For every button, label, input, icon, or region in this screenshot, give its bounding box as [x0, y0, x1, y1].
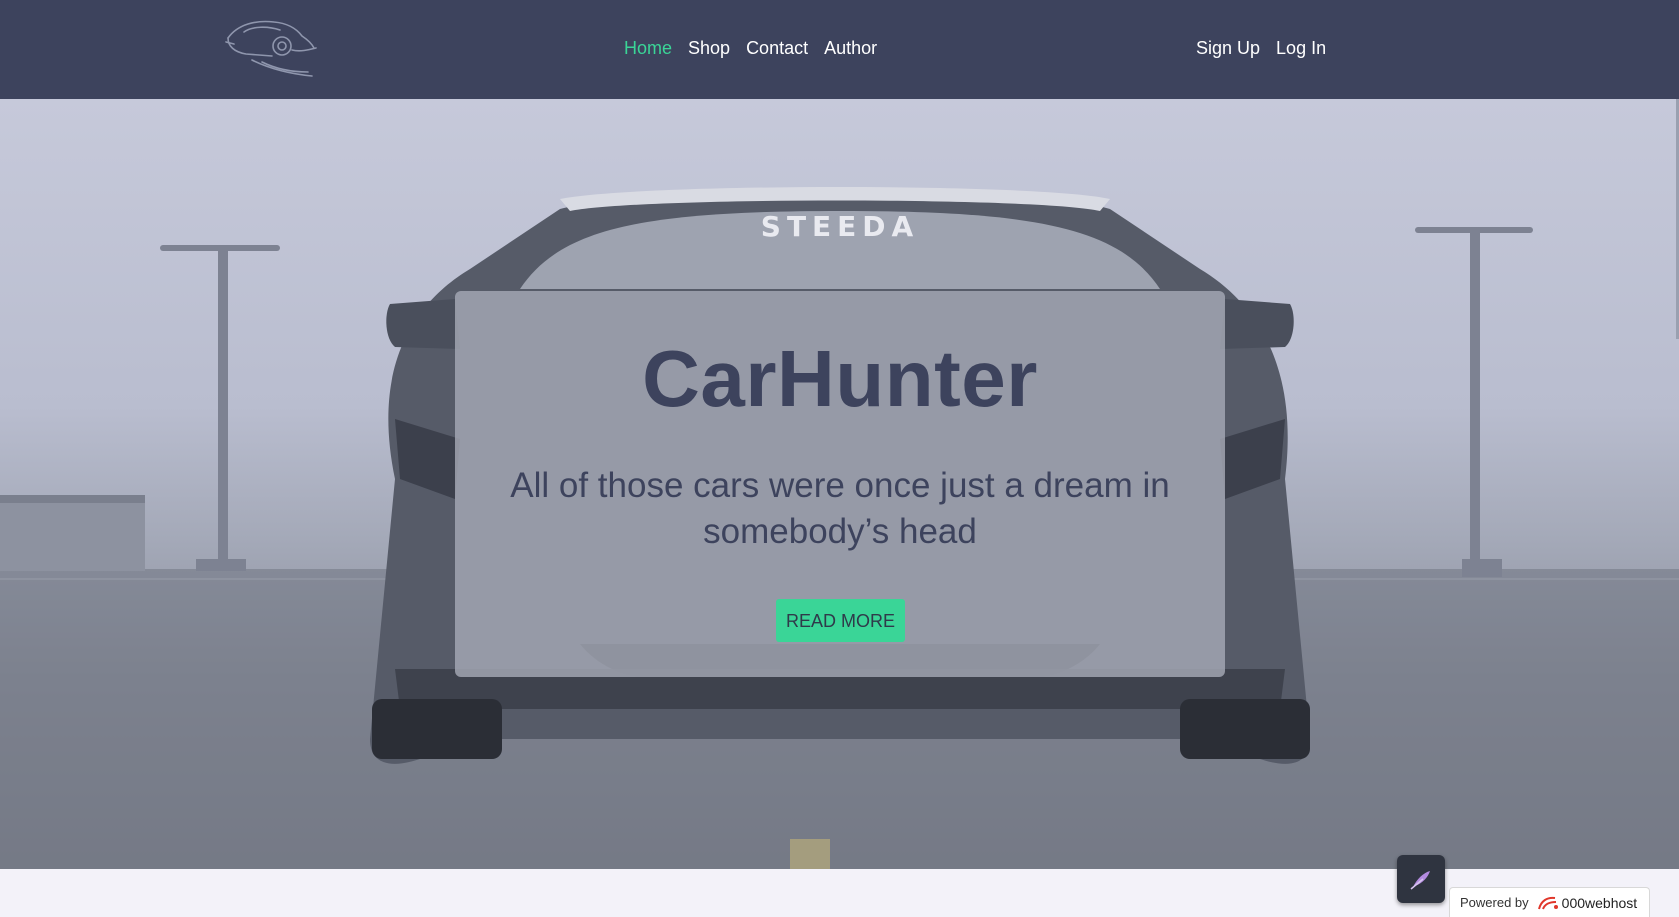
hero-card: CarHunter All of those cars were once ju… — [455, 291, 1225, 677]
nav-link-author[interactable]: Author — [824, 38, 877, 59]
main-nav: Home Shop Contact Author — [624, 38, 877, 59]
hero-title: CarHunter — [642, 334, 1038, 423]
navbar: Home Shop Contact Author Sign Up Log In — [0, 0, 1679, 99]
nav-link-shop[interactable]: Shop — [688, 38, 730, 59]
hero-subtitle: All of those cars were once just a dream… — [510, 466, 1170, 551]
car-logo-icon[interactable] — [222, 14, 322, 78]
powered-by-label: Powered by — [1460, 895, 1529, 910]
feather-icon — [1410, 871, 1430, 890]
auth-links: Sign Up Log In — [1196, 38, 1326, 59]
hero-section: STEEDA CarHunter All of those cars were … — [0, 99, 1679, 869]
floating-action-button[interactable] — [1397, 855, 1445, 903]
windshield-banner-text: STEEDA — [761, 210, 919, 243]
brand-link[interactable]: 000webhost — [1537, 894, 1638, 911]
powered-by-badge[interactable]: Powered by 000webhost — [1449, 887, 1650, 917]
login-link[interactable]: Log In — [1276, 38, 1326, 59]
nav-link-contact[interactable]: Contact — [746, 38, 808, 59]
brand-name: 000webhost — [1561, 894, 1638, 911]
000webhost-logo-icon — [1537, 896, 1558, 909]
read-more-button[interactable]: READ MORE — [776, 599, 905, 642]
nav-link-home[interactable]: Home — [624, 38, 672, 59]
signup-link[interactable]: Sign Up — [1196, 38, 1260, 59]
